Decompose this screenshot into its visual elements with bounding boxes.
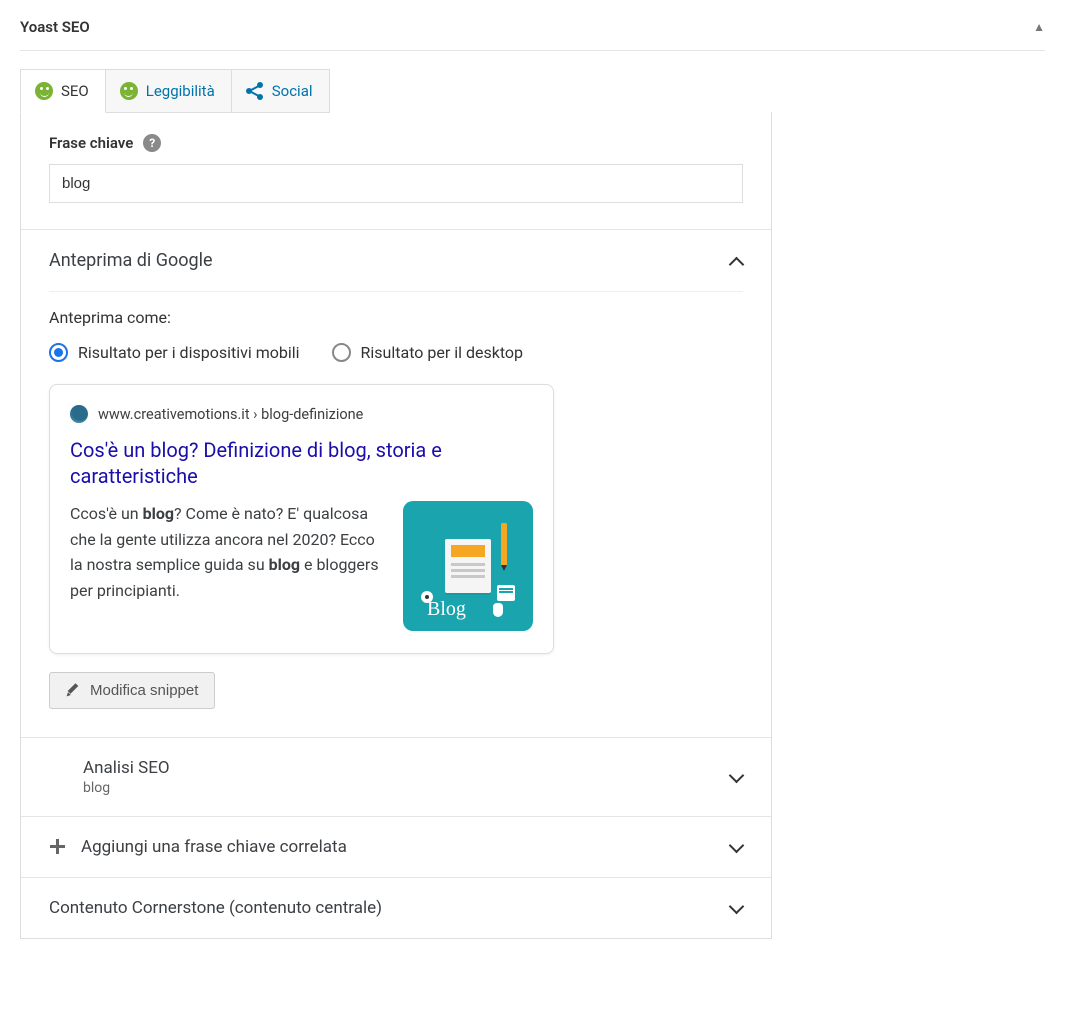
help-icon[interactable]: ?	[143, 134, 161, 152]
metabox-body: Frase chiave ? Anteprima di Google Antep…	[20, 112, 772, 939]
chevron-down-icon	[729, 840, 743, 854]
button-label: Modifica snippet	[90, 682, 198, 699]
favicon-icon	[70, 405, 88, 423]
focus-keyphrase-section: Frase chiave ?	[21, 112, 771, 229]
smile-icon	[49, 767, 69, 787]
share-icon	[246, 82, 264, 100]
collapse-caret-icon: ▲	[1033, 20, 1045, 34]
radio-mobile[interactable]: Risultato per i dispositivi mobili	[49, 343, 300, 362]
section-title: Anteprima di Google	[49, 250, 213, 271]
tab-label: Social	[272, 82, 313, 100]
section-title: Contenuto Cornerstone (contenuto central…	[49, 898, 382, 918]
section-title: Analisi SEO	[83, 758, 170, 778]
radio-label: Risultato per i dispositivi mobili	[78, 343, 300, 362]
section-title: Aggiungi una frase chiave correlata	[81, 837, 347, 857]
chevron-down-icon	[729, 770, 743, 784]
radio-icon	[332, 343, 351, 362]
metabox-header[interactable]: Yoast SEO ▲	[20, 0, 1045, 51]
chevron-down-icon	[729, 901, 743, 915]
plus-icon	[49, 838, 67, 856]
tab-label: SEO	[61, 82, 89, 100]
snippet-thumbnail: Blog	[403, 501, 533, 631]
tab-readability[interactable]: Leggibilità	[106, 69, 232, 113]
tab-social[interactable]: Social	[232, 69, 330, 113]
thumb-label: Blog	[427, 598, 466, 621]
edit-snippet-button[interactable]: Modifica snippet	[49, 672, 215, 709]
radio-desktop[interactable]: Risultato per il desktop	[332, 343, 524, 362]
focus-keyphrase-input[interactable]	[49, 164, 743, 203]
analysis-keyphrase: blog	[83, 780, 170, 796]
tabs-row: SEO Leggibilità Social	[20, 69, 1045, 113]
related-keyphrase-toggle[interactable]: Aggiungi una frase chiave correlata	[21, 816, 771, 877]
seo-analysis-toggle[interactable]: Analisi SEO blog	[21, 737, 771, 816]
pencil-icon	[66, 684, 80, 698]
radio-label: Risultato per il desktop	[361, 343, 524, 362]
tab-label: Leggibilità	[146, 82, 215, 100]
cornerstone-toggle[interactable]: Contenuto Cornerstone (contenuto central…	[21, 877, 771, 938]
smile-icon	[120, 82, 138, 100]
google-preview-body: Anteprima come: Risultato per i disposit…	[21, 308, 771, 737]
smile-icon	[35, 82, 53, 100]
tab-seo[interactable]: SEO	[20, 69, 106, 113]
snippet-title[interactable]: Cos'è un blog? Definizione di blog, stor…	[70, 437, 533, 489]
focus-keyphrase-label: Frase chiave	[49, 134, 133, 152]
snippet-preview-card: www.creativemotions.it › blog-definizion…	[49, 384, 554, 654]
google-preview-toggle[interactable]: Anteprima di Google	[21, 230, 771, 291]
snippet-description[interactable]: Ccos'è un blog? Come è nato? E' qualcosa…	[70, 501, 385, 631]
radio-icon	[49, 343, 68, 362]
panel-title: Yoast SEO	[20, 18, 90, 36]
chevron-up-icon	[729, 254, 743, 268]
preview-as-label: Anteprima come:	[49, 308, 743, 327]
snippet-breadcrumb: www.creativemotions.it › blog-definizion…	[98, 406, 363, 423]
